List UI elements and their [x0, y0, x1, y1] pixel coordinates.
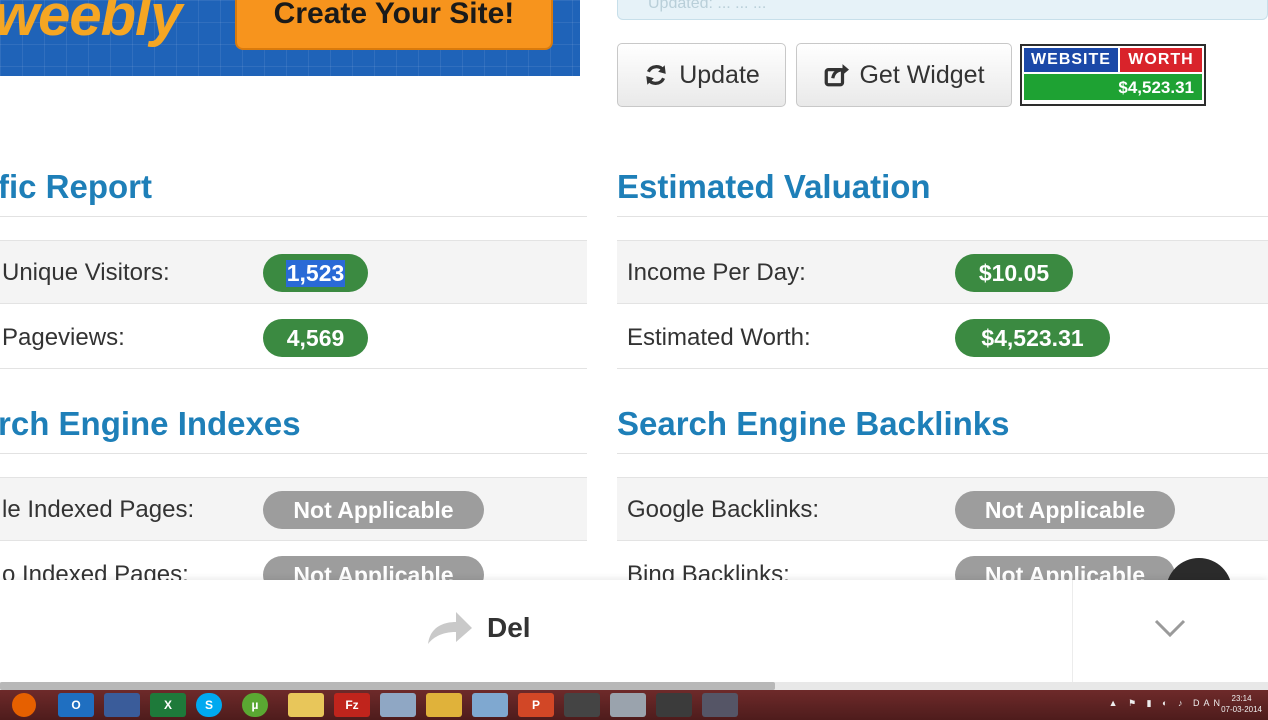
computer-icon[interactable]: [380, 693, 416, 717]
camera-icon[interactable]: [656, 693, 692, 717]
widget-label: Get Widget: [859, 60, 985, 89]
income-per-day-label: Income Per Day:: [627, 259, 806, 286]
pageviews-value: 4,569: [263, 319, 368, 357]
taskbar: O X S µ Fz P ▲ ⚑ ▮ ◐ ♪ DAN 23:14 07-03-2…: [0, 690, 1268, 720]
pageviews-label: Pageviews:: [2, 324, 125, 351]
clock-time: 23:14: [1231, 694, 1252, 703]
outlook-icon[interactable]: O: [58, 693, 94, 717]
delete-action[interactable]: Del: [487, 612, 531, 644]
powerpoint-icon[interactable]: P: [518, 693, 554, 717]
badge-website-text: WEBSITE: [1022, 46, 1120, 74]
unique-visitors-value[interactable]: 1,523: [263, 254, 368, 292]
chevron-down-icon[interactable]: [1152, 616, 1188, 640]
google-indexed-value: Not Applicable: [263, 491, 484, 529]
status-strip: Updated: ... ... ...: [617, 0, 1268, 20]
update-button[interactable]: Update: [617, 43, 786, 107]
ad-banner[interactable]: weebly Create Your Site!: [0, 0, 580, 76]
divider: [1072, 580, 1073, 682]
estimated-valuation-title: Estimated Valuation: [617, 168, 931, 205]
google-backlinks-value: Not Applicable: [955, 491, 1175, 529]
taskbar-clock[interactable]: 23:14 07-03-2014: [1221, 693, 1262, 715]
language-indicator[interactable]: DAN: [1193, 698, 1224, 708]
firefox-icon[interactable]: [12, 693, 36, 717]
magnifier-icon[interactable]: [610, 693, 646, 717]
utorrent-icon[interactable]: µ: [242, 693, 268, 717]
traffic-report-title: fic Report: [0, 168, 153, 205]
system-tray[interactable]: ▲ ⚑ ▮ ◐ ♪ DAN: [1109, 698, 1224, 709]
estimated-worth-value: $4,523.31: [955, 319, 1110, 357]
filezilla-icon[interactable]: Fz: [334, 693, 370, 717]
save-icon[interactable]: [104, 693, 140, 717]
selected-text[interactable]: 1,523: [285, 259, 346, 287]
share-external-icon: [825, 64, 850, 87]
paint-icon[interactable]: [426, 693, 462, 717]
notepad-icon[interactable]: [472, 693, 508, 717]
estimated-worth-label: Estimated Worth:: [627, 324, 811, 351]
forward-arrow-icon[interactable]: [424, 608, 474, 648]
divider: [617, 453, 1268, 454]
update-label: Update: [679, 60, 760, 89]
skype-icon[interactable]: S: [196, 693, 222, 717]
badge-worth-text: WORTH: [1120, 46, 1204, 74]
badge-value: $4,523.31: [1022, 74, 1204, 102]
excel-icon[interactable]: X: [150, 693, 186, 717]
google-indexed-label: le Indexed Pages:: [2, 496, 195, 523]
app-icon[interactable]: [702, 693, 738, 717]
divider: [0, 216, 587, 217]
website-worth-badge[interactable]: WEBSITE WORTH $4,523.31: [1020, 44, 1206, 106]
media-icon[interactable]: [564, 693, 600, 717]
divider: [617, 216, 1268, 217]
clock-date: 07-03-2014: [1221, 705, 1262, 714]
folder-icon[interactable]: [288, 693, 324, 717]
create-site-button[interactable]: Create Your Site!: [235, 0, 553, 50]
search-engine-indexes-title: rch Engine Indexes: [0, 405, 301, 442]
google-backlinks-label: Google Backlinks:: [627, 496, 820, 523]
divider: [0, 453, 587, 454]
bottom-action-bar: Del: [0, 580, 1268, 682]
refresh-icon: [646, 65, 666, 85]
unique-visitors-label: Unique Visitors:: [2, 259, 170, 286]
search-engine-backlinks-title: Search Engine Backlinks: [617, 405, 1010, 442]
get-widget-button[interactable]: Get Widget: [796, 43, 1012, 107]
banner-logo: weebly: [0, 0, 182, 48]
horizontal-scrollbar[interactable]: [0, 682, 1268, 690]
income-per-day-value: $10.05: [955, 254, 1073, 292]
scrollbar-thumb[interactable]: [0, 682, 775, 690]
